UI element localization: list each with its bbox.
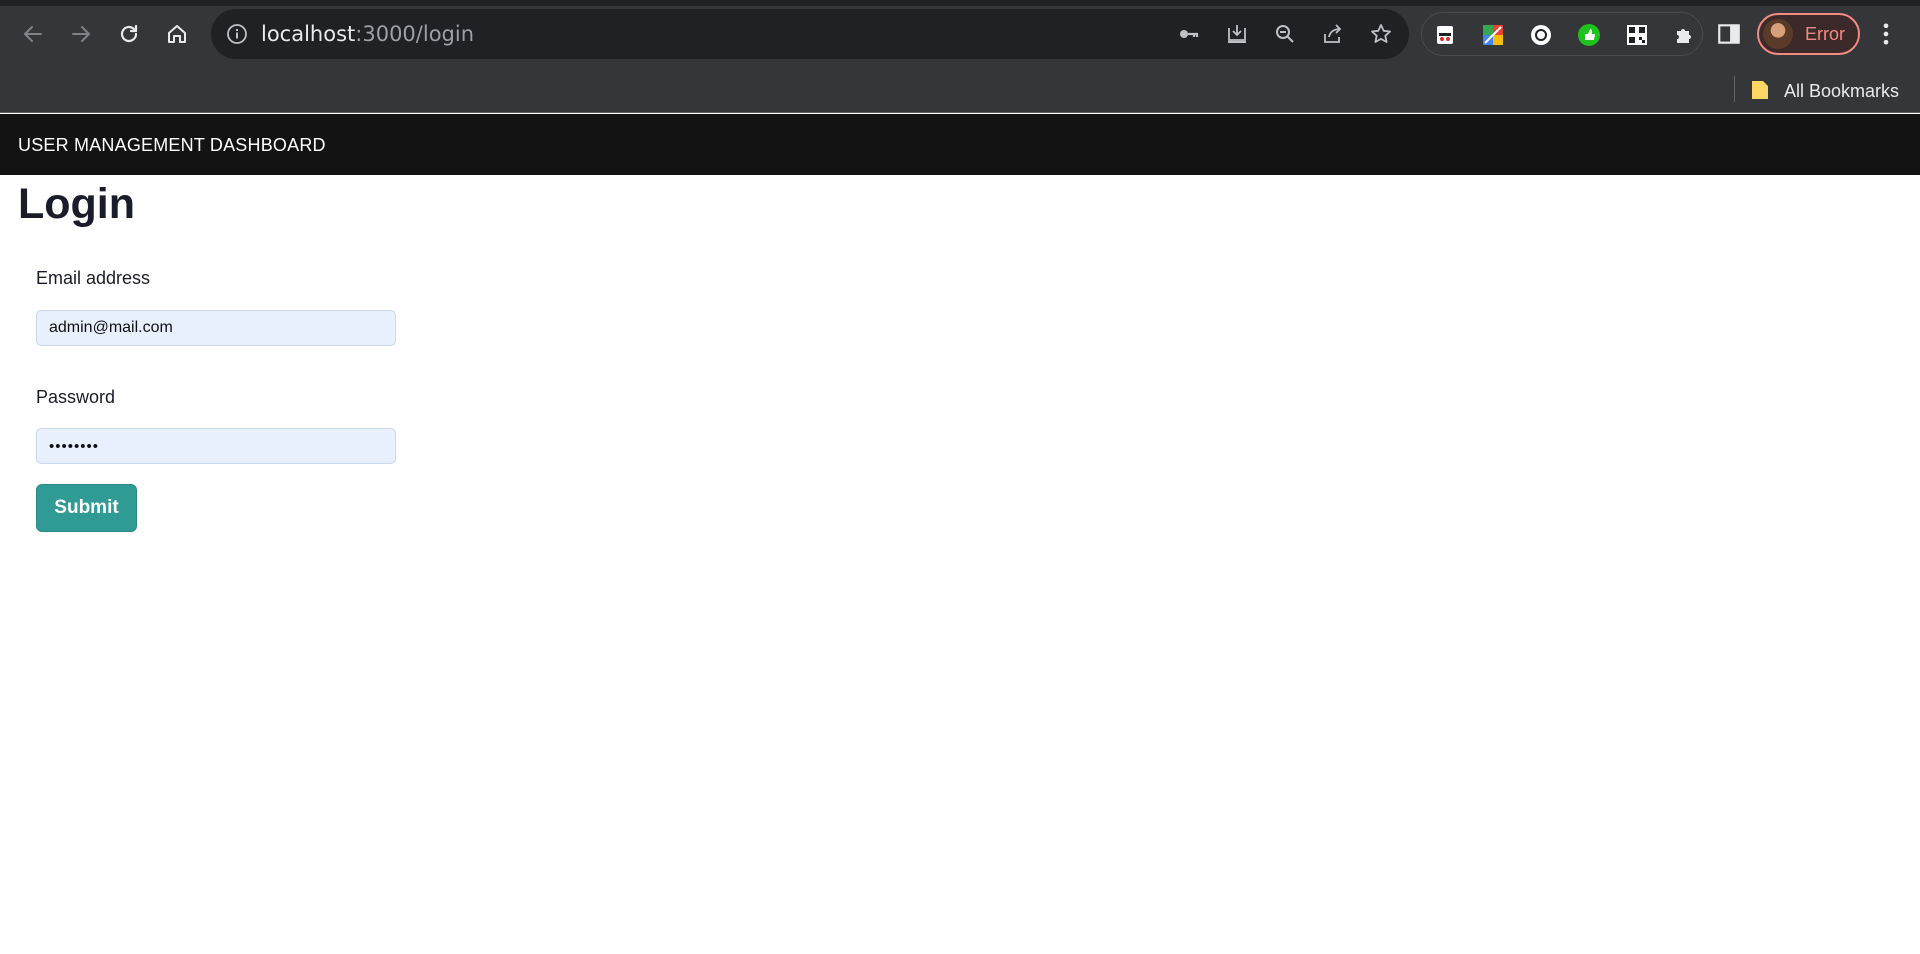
zoom-out-icon[interactable]	[1273, 22, 1297, 46]
email-field[interactable]	[36, 310, 396, 346]
page-title: Login	[18, 180, 136, 228]
share-icon[interactable]	[1321, 22, 1345, 46]
app-brand-link[interactable]: USER MANAGEMENT DASHBOARD	[18, 134, 326, 156]
avatar	[1763, 19, 1793, 49]
more-vert-icon[interactable]	[1872, 20, 1900, 48]
home-button[interactable]	[157, 14, 197, 54]
profile-button[interactable]: Error	[1757, 13, 1860, 55]
password-key-icon[interactable]	[1177, 22, 1201, 46]
url-host: localhost	[261, 22, 356, 46]
arrow-right-icon	[72, 26, 90, 42]
extension-spy-icon[interactable]	[1432, 22, 1458, 48]
extensions-group	[1421, 12, 1703, 56]
extension-qr-code-icon[interactable]	[1624, 22, 1650, 48]
all-bookmarks-button[interactable]: All Bookmarks	[1784, 80, 1899, 102]
password-field[interactable]	[36, 428, 396, 464]
bookmarks-bar: All Bookmarks	[0, 68, 1920, 113]
reload-icon	[120, 24, 138, 43]
reload-button[interactable]	[109, 14, 149, 54]
address-bar[interactable]: localhost:3000/login	[211, 9, 1409, 59]
password-label: Password	[36, 387, 116, 407]
bookmarks-divider	[1734, 76, 1735, 102]
profile-status-label: Error	[1805, 24, 1845, 44]
extension-colorful-icon[interactable]	[1480, 22, 1506, 48]
app-navbar: USER MANAGEMENT DASHBOARD	[0, 114, 1920, 175]
site-info-icon[interactable]	[225, 22, 249, 46]
back-button[interactable]	[13, 14, 53, 54]
forward-button[interactable]	[61, 14, 101, 54]
extension-circle-icon[interactable]	[1528, 22, 1554, 48]
bookmark-folder-icon[interactable]	[1750, 79, 1770, 101]
arrow-left-icon	[24, 26, 42, 42]
extensions-puzzle-icon[interactable]	[1672, 22, 1698, 48]
url-text[interactable]: localhost:3000/login	[261, 22, 474, 46]
email-label: Email address	[36, 268, 151, 288]
submit-button[interactable]: Submit	[36, 484, 137, 532]
home-icon	[168, 25, 186, 43]
side-panel-icon[interactable]	[1716, 21, 1742, 47]
extension-thumbs-up-icon[interactable]	[1576, 22, 1602, 48]
browser-toolbar: localhost:3000/login Error	[0, 0, 1920, 68]
install-app-icon[interactable]	[1225, 22, 1249, 46]
bookmark-star-icon[interactable]	[1369, 22, 1393, 46]
url-path: :3000/login	[355, 22, 475, 46]
